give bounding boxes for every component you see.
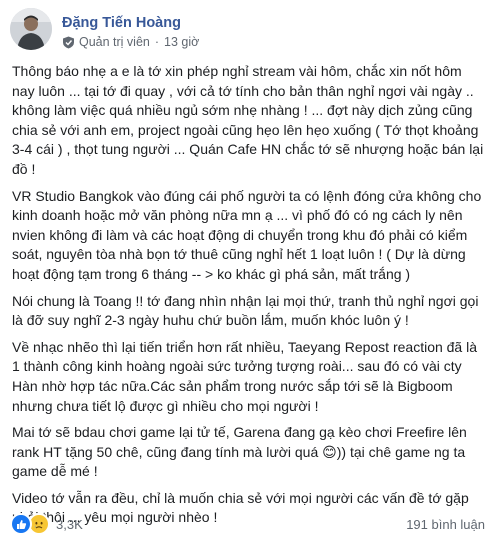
post-subline: Quản trị viên · 13 giờ — [62, 34, 199, 50]
post-paragraph: Thông báo nhẹ a e là tớ xin phép nghỉ st… — [12, 63, 484, 177]
profile-photo — [10, 8, 52, 50]
separator-dot: · — [154, 35, 160, 49]
post-paragraph: Mai tớ sẽ bdau chơi game lại tử tế, Gare… — [12, 424, 467, 480]
post-header: Đặng Tiến Hoàng Quản trị viên · 13 giờ — [10, 8, 199, 54]
post-paragraph: VR Studio Bangkok vào đúng cái phố người… — [12, 187, 482, 282]
facebook-post: Đặng Tiến Hoàng Quản trị viên · 13 giờ T… — [0, 0, 495, 549]
like-icon — [10, 513, 32, 535]
post-footer: 3,3K 191 bình luận — [10, 510, 485, 538]
avatar[interactable] — [10, 8, 52, 50]
post-body: Thông báo nhẹ a e là tớ xin phép nghỉ st… — [12, 62, 488, 535]
post-timestamp[interactable]: 13 giờ — [164, 34, 199, 50]
author-name[interactable]: Đặng Tiến Hoàng — [62, 14, 199, 32]
post-paragraph: Về nhạc nhẽo thì lại tiến triển hơn rất … — [12, 338, 478, 414]
reactions-summary[interactable]: 3,3K — [10, 513, 83, 535]
comment-count[interactable]: 191 bình luận — [406, 517, 485, 532]
post-paragraph: Nói chung là Toang !! tớ đang nhìn nhận … — [12, 292, 479, 329]
post-meta: Đặng Tiến Hoàng Quản trị viên · 13 giờ — [62, 14, 199, 50]
reaction-count: 3,3K — [56, 516, 83, 532]
shield-icon — [62, 36, 75, 49]
role-label: Quản trị viên — [79, 35, 150, 49]
